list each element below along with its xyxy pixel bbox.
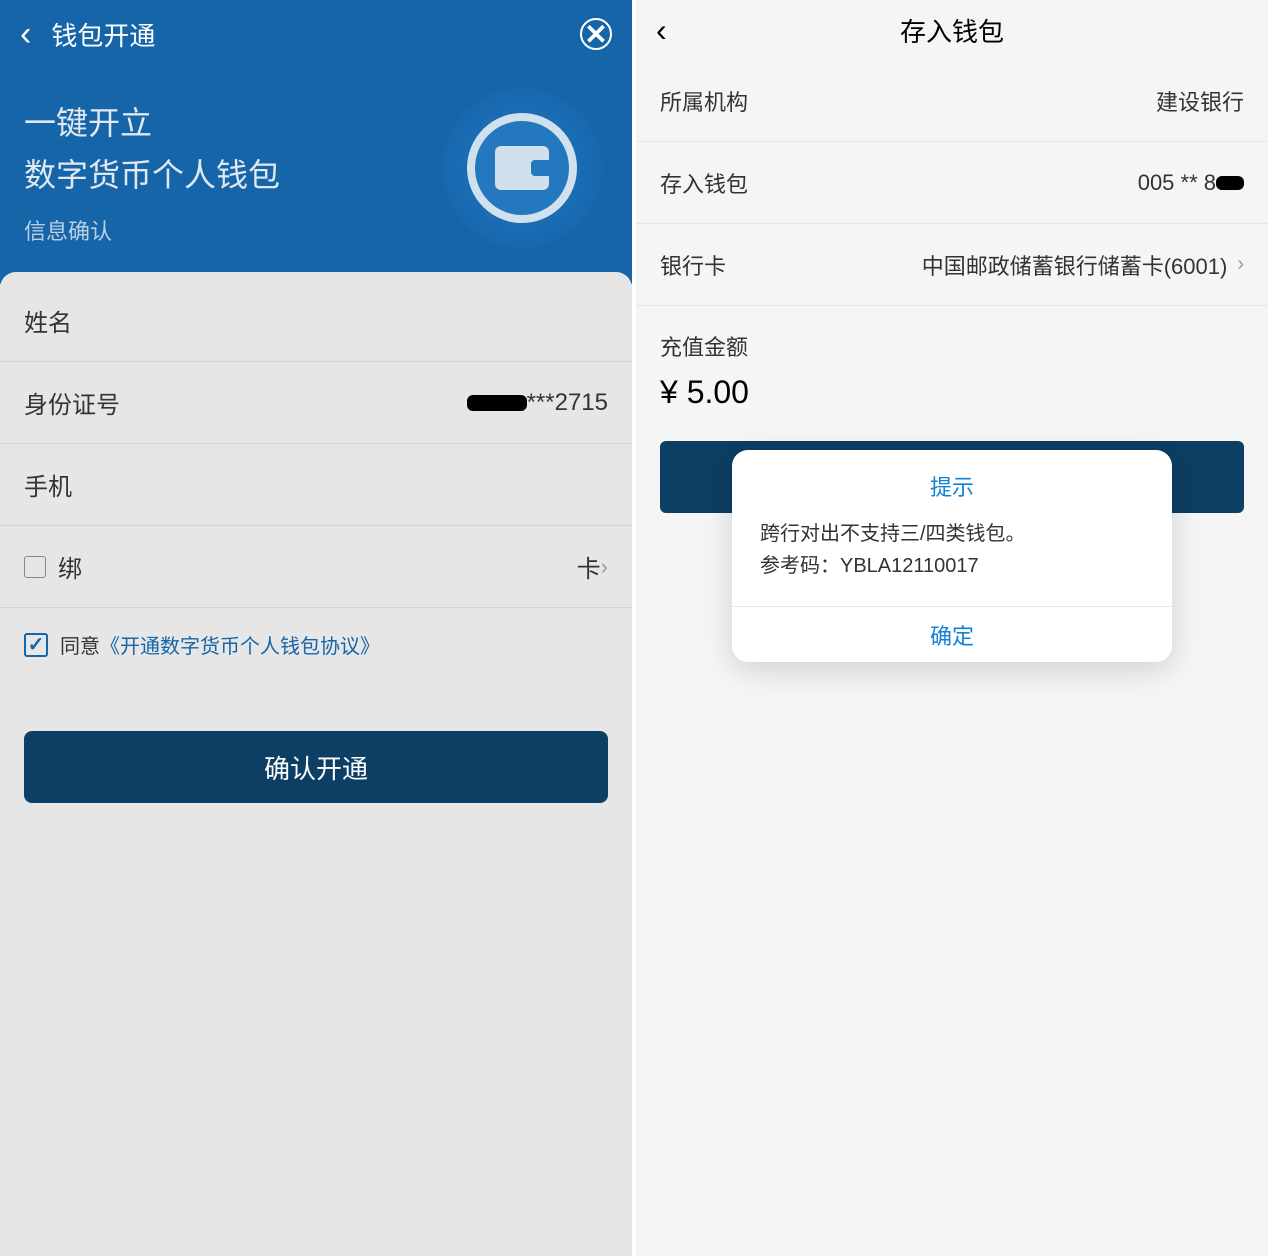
phone-row[interactable]: 手机 [0, 444, 632, 526]
back-icon[interactable]: ‹ [656, 12, 667, 49]
org-label: 所属机构 [660, 85, 748, 117]
chevron-right-icon: › [1237, 253, 1244, 276]
close-icon[interactable]: ✕ [580, 18, 612, 50]
hero-banner: 一键开立 数字货币个人钱包 信息确认 [0, 68, 632, 284]
card-value: 中国邮政储蓄银行储蓄卡(6001) › [922, 249, 1244, 281]
wallet-label: 存入钱包 [660, 167, 748, 199]
amount-value: ¥ 5.00 [636, 374, 1268, 435]
dialog-line2: 参考码：YBLA12110017 [760, 550, 1144, 582]
agree-text: 同意 [60, 630, 100, 659]
chevron-right-icon: › [601, 554, 608, 580]
alert-dialog: 提示 跨行对出不支持三/四类钱包。 参考码：YBLA12110017 确定 [732, 450, 1172, 662]
id-value: ***2715 [467, 389, 608, 417]
screen-wallet-open: ‹ 钱包开通 ✕ 一键开立 数字货币个人钱包 信息确认 姓名 身份证号 ***2… [0, 0, 632, 1256]
confirm-button[interactable]: 确定 [732, 606, 1172, 662]
amount-label: 充值金额 [636, 306, 1268, 374]
wallet-value: 005 ** 8 [1138, 170, 1244, 196]
bind-card-row[interactable]: 绑 卡 › [0, 526, 632, 608]
org-value: 建设银行 [1156, 85, 1244, 117]
redacted-block [467, 395, 527, 411]
id-label: 身份证号 [24, 385, 120, 420]
agree-row[interactable]: ✓ 同意 《开通数字货币个人钱包协议》 [0, 608, 632, 681]
name-row[interactable]: 姓名 [0, 280, 632, 362]
dialog-body: 跨行对出不支持三/四类钱包。 参考码：YBLA12110017 [732, 518, 1172, 606]
wallet-ring [467, 113, 577, 223]
card-row[interactable]: 银行卡 中国邮政储蓄银行储蓄卡(6001) › [636, 224, 1268, 306]
agree-checkbox[interactable]: ✓ [24, 633, 48, 657]
org-row: 所属机构 建设银行 [636, 60, 1268, 142]
card-label: 银行卡 [660, 249, 726, 281]
wallet-row[interactable]: 存入钱包 005 ** 8 [636, 142, 1268, 224]
wallet-icon [495, 146, 549, 190]
back-icon[interactable]: ‹ [20, 15, 31, 54]
name-label: 姓名 [24, 303, 72, 338]
header: ‹ 钱包开通 ✕ [0, 0, 632, 68]
bind-suffix: 卡 [577, 549, 601, 584]
phone-label-partial: 手机 [24, 467, 72, 502]
header: ‹ 存入钱包 [636, 0, 1268, 60]
screen-deposit: ‹ 存入钱包 所属机构 建设银行 存入钱包 005 ** 8 银行卡 中国邮政储… [636, 0, 1268, 1256]
confirm-open-button[interactable]: 确认开通 [24, 731, 608, 803]
bind-checkbox[interactable] [24, 556, 46, 578]
dialog-line1: 跨行对出不支持三/四类钱包。 [760, 518, 1144, 550]
id-row[interactable]: 身份证号 ***2715 [0, 362, 632, 444]
agreement-link[interactable]: 《开通数字货币个人钱包协议》 [100, 630, 380, 659]
form-panel: 姓名 身份证号 ***2715 手机 绑 卡 › ✓ 同意 《开通 [0, 272, 632, 803]
dialog-title: 提示 [732, 450, 1172, 518]
redacted-block [1216, 176, 1244, 190]
wallet-glow-circle [442, 88, 602, 248]
bind-label-partial: 绑 [58, 549, 82, 584]
page-title: 钱包开通 [51, 16, 155, 53]
page-title: 存入钱包 [900, 12, 1004, 49]
